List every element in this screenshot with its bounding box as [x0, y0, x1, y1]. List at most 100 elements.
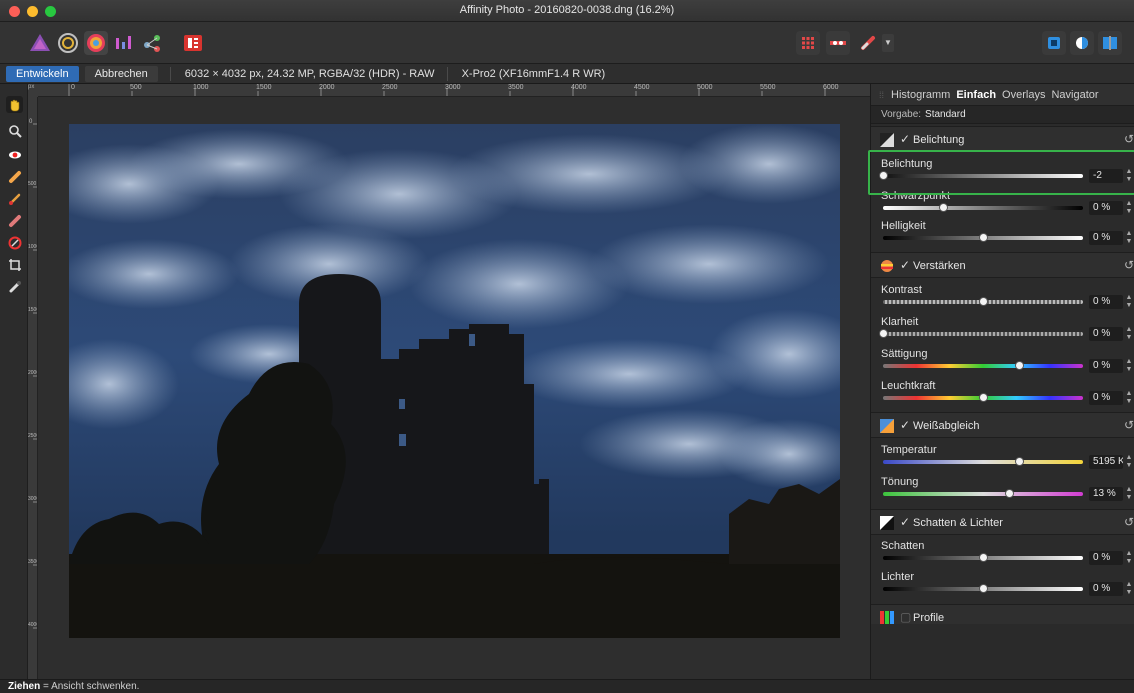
erase-brush-tool[interactable] — [6, 212, 23, 229]
section-weissabgleich[interactable]: ✓ Weißabgleich ↺ — [871, 412, 1134, 438]
blemish-icon — [8, 170, 21, 183]
slider-track[interactable] — [883, 332, 1083, 336]
hand-tool[interactable] — [6, 96, 23, 113]
section-belichtung[interactable]: ✓ Belichtung ↺ — [871, 126, 1134, 152]
panel-grip-icon[interactable]: ⁞⁞ — [879, 90, 884, 100]
white-balance-picker-tool[interactable] — [6, 278, 23, 295]
assistant-icon[interactable] — [181, 31, 205, 55]
ruler-tick-label: 2000 — [28, 370, 37, 376]
stepper-icon[interactable]: ▲ ▼ — [1125, 486, 1133, 502]
slider-kontrast: Kontrast 0 % ▲ ▼ — [871, 284, 1134, 314]
split-view-icon[interactable] — [1042, 31, 1066, 55]
slider-knob[interactable] — [1015, 361, 1024, 370]
overlay-icon[interactable] — [826, 31, 850, 55]
slider-value[interactable]: 0 % — [1089, 231, 1123, 245]
reset-icon[interactable]: ↺ — [1124, 418, 1134, 432]
section-enabled-checkbox[interactable]: ✓ — [900, 132, 910, 146]
reset-icon[interactable]: ↺ — [1124, 258, 1134, 272]
slider-track[interactable] — [883, 364, 1083, 368]
section-verstaerken[interactable]: ✓ Verstärken ↺ — [871, 252, 1134, 278]
stepper-icon[interactable]: ▲ ▼ — [1125, 358, 1133, 374]
stepper-icon[interactable]: ▲ ▼ — [1125, 550, 1133, 566]
overlay-gradient-icon — [8, 236, 21, 249]
blemish-tool[interactable] — [6, 168, 23, 185]
stepper-icon[interactable]: ▲ ▼ — [1125, 390, 1133, 406]
slider-helligkeit: Helligkeit 0 % ▲ ▼ — [871, 220, 1134, 250]
crop-tool[interactable] — [6, 256, 23, 273]
slider-knob[interactable] — [879, 329, 888, 338]
camera-info: X-Pro2 (XF16mmF1.4 R WR) — [461, 67, 606, 80]
tone-mapping-persona-icon[interactable] — [112, 31, 136, 55]
ruler-tick-label: 1500 — [256, 84, 272, 91]
compare-view-icon[interactable] — [1098, 31, 1122, 55]
slider-knob[interactable] — [939, 203, 948, 212]
tab-einfach[interactable]: Einfach — [953, 89, 999, 101]
ruler-tick-label: 2500 — [382, 84, 398, 91]
brush-dropdown[interactable]: ▼ — [882, 34, 894, 52]
tab-navigator[interactable]: Navigator — [1048, 89, 1101, 101]
slider-value[interactable]: 5195 K — [1089, 455, 1123, 469]
section-enabled-checkbox[interactable]: ✓ — [900, 258, 910, 272]
slider-value[interactable]: 0 % — [1089, 327, 1123, 341]
status-action: Ziehen — [8, 681, 41, 692]
tab-histogramm[interactable]: Histogramm — [888, 89, 953, 101]
slider-knob[interactable] — [979, 553, 988, 562]
slider-label: Sättigung — [881, 348, 928, 360]
slider-label: Klarheit — [881, 316, 919, 328]
zoom-tool[interactable] — [6, 122, 23, 139]
section-enabled-checkbox[interactable]: ✓ — [900, 515, 910, 529]
slider-track[interactable] — [883, 206, 1083, 210]
slider-value[interactable]: 0 % — [1089, 391, 1123, 405]
stepper-icon[interactable]: ▲ ▼ — [1125, 326, 1133, 342]
slider-saettigung: Sättigung 0 % ▲ ▼ — [871, 348, 1134, 378]
slider-schatten: Schatten 0 % ▲ ▼ — [871, 540, 1134, 570]
tab-overlays[interactable]: Overlays — [999, 89, 1048, 101]
slider-value[interactable]: 0 % — [1089, 201, 1123, 215]
slider-value[interactable]: 0 % — [1089, 551, 1123, 565]
stepper-icon[interactable]: ▲ ▼ — [1125, 454, 1133, 470]
develop-persona-icon[interactable] — [84, 31, 108, 55]
brush-icon[interactable] — [856, 31, 880, 55]
slider-knob[interactable] — [979, 297, 988, 306]
crop-icon — [8, 258, 21, 271]
export-persona-icon[interactable] — [140, 31, 164, 55]
slider-label: Tönung — [881, 476, 919, 488]
mirror-view-icon[interactable] — [1070, 31, 1094, 55]
overlay-gradient-tool[interactable] — [6, 234, 23, 251]
preset-selector[interactable]: Vorgabe: Standard — [871, 106, 1134, 124]
section-schatten-lichter[interactable]: ✓ Schatten & Lichter ↺ — [871, 509, 1134, 535]
canvas-area[interactable]: px 0 500 1000 1500 2000 2500 3000 3500 4… — [28, 84, 870, 679]
slider-knob[interactable] — [979, 584, 988, 593]
cancel-button[interactable]: Abbrechen — [84, 65, 158, 82]
section-title: Belichtung — [913, 134, 965, 146]
slider-knob[interactable] — [979, 393, 988, 402]
stepper-icon[interactable]: ▲ ▼ — [1125, 581, 1133, 597]
red-eye-tool[interactable] — [6, 146, 23, 163]
stepper-icon[interactable]: ▲ ▼ — [1125, 230, 1133, 246]
slider-knob[interactable] — [1015, 457, 1024, 466]
slider-track[interactable] — [883, 492, 1083, 496]
slider-value[interactable]: 0 % — [1089, 359, 1123, 373]
section-enabled-checkbox[interactable]: ▢ — [900, 610, 911, 624]
slider-value[interactable]: 0 % — [1089, 295, 1123, 309]
ruler-tick-label: 0 — [29, 119, 33, 125]
develop-button[interactable]: Entwickeln — [6, 65, 79, 82]
grid-icon[interactable] — [796, 31, 820, 55]
exposure-icon — [880, 133, 894, 147]
stepper-icon[interactable]: ▲ ▼ — [1125, 200, 1133, 216]
erase-brush-icon — [8, 214, 21, 227]
photo-persona-icon[interactable] — [28, 31, 52, 55]
reset-icon[interactable]: ↺ — [1124, 132, 1134, 146]
slider-knob[interactable] — [979, 233, 988, 242]
liquify-persona-icon[interactable] — [56, 31, 80, 55]
section-enabled-checkbox[interactable]: ✓ — [900, 418, 910, 432]
ruler-tick-label: 500 — [130, 84, 142, 91]
slider-knob[interactable] — [1005, 489, 1014, 498]
slider-value[interactable]: 13 % — [1089, 487, 1123, 501]
slider-track[interactable] — [883, 460, 1083, 464]
preset-value[interactable]: Standard — [925, 109, 966, 120]
stepper-icon[interactable]: ▲ ▼ — [1125, 294, 1133, 310]
slider-value[interactable]: 0 % — [1089, 582, 1123, 596]
reset-icon[interactable]: ↺ — [1124, 515, 1134, 529]
brush-tool[interactable] — [6, 190, 23, 207]
